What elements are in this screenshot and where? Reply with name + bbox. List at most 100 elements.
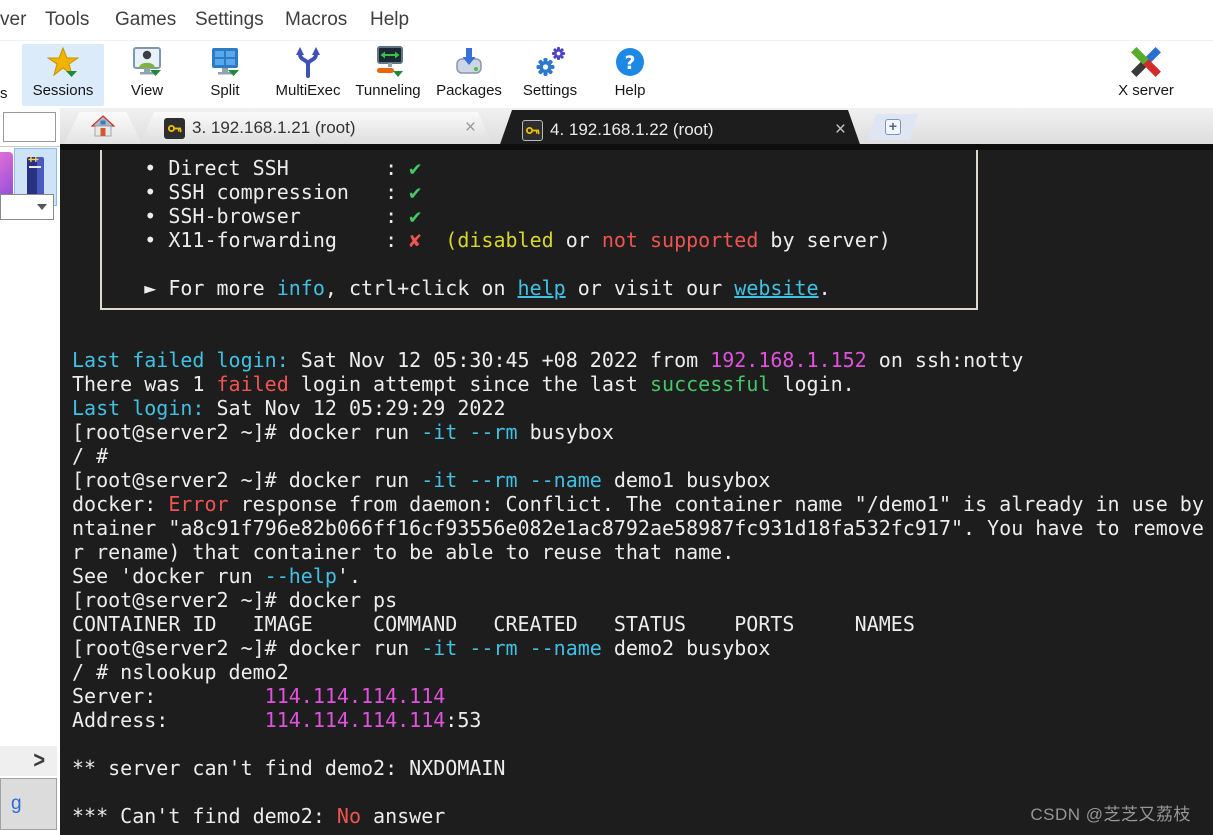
tab-bar: 3. 192.168.1.21 (root) × 4. 192.168.1.22…	[60, 108, 1213, 150]
tab-close-icon[interactable]: ×	[459, 117, 482, 139]
terminal-text: No	[336, 804, 361, 828]
toolbar-partial-label: s	[0, 85, 8, 102]
terminal-text: -it	[421, 468, 458, 492]
terminal-text: '.	[336, 564, 361, 588]
terminal-text: --name	[529, 468, 602, 492]
terminal-text: r rename) that container to be able to r…	[72, 540, 735, 564]
terminal-text: • SSH compression :	[72, 180, 410, 204]
settings-gears-icon	[533, 44, 567, 80]
terminal-line: See 'docker run --help'.	[72, 564, 1204, 588]
terminal-line: • Direct SSH : ✔	[72, 156, 1204, 180]
view-button[interactable]: View	[118, 44, 176, 106]
tab-close-icon[interactable]: ×	[829, 119, 852, 141]
terminal-line: There was 1 failed login attempt since t…	[72, 372, 1204, 396]
terminal-text: ✘	[409, 228, 422, 252]
plus-icon: +	[885, 119, 901, 135]
terminal-line: / #	[72, 444, 1204, 468]
terminal-text: , ctrl+click on	[324, 276, 518, 300]
tab-label: 4. 192.168.1.22 (root)	[550, 120, 714, 139]
terminal-line: ** server can't find demo2: NXDOMAIN	[72, 756, 1204, 780]
split-label: Split	[210, 82, 240, 99]
terminal-text: --rm	[469, 636, 518, 660]
multiexec-button[interactable]: MultiExec	[270, 44, 346, 106]
menu-item-games[interactable]: Games	[115, 9, 176, 31]
menu-item-help[interactable]: Help	[370, 9, 409, 31]
menu-item-settings[interactable]: Settings	[195, 9, 264, 31]
tunneling-label: Tunneling	[355, 82, 421, 99]
terminal-text: -it	[421, 420, 458, 444]
sidebar-dropdown[interactable]	[0, 194, 54, 220]
terminal-panel[interactable]: • Direct SSH : ✔ • SSH compression : ✔ •…	[60, 150, 1213, 835]
terminal-text: ► For more	[72, 276, 277, 300]
terminal-text: ✔	[409, 156, 422, 180]
terminal-text: Server:	[72, 684, 265, 708]
terminal-link[interactable]: help	[518, 276, 566, 300]
new-tab-button[interactable]: +	[868, 114, 918, 140]
terminal-text: not supported	[601, 228, 759, 252]
key-icon	[522, 120, 543, 141]
terminal-text: answer	[361, 804, 446, 828]
tunneling-button[interactable]: Tunneling	[352, 44, 424, 106]
multiexec-fork-icon	[292, 44, 324, 80]
watermark: CSDN @芝芝又荔枝	[1030, 805, 1191, 824]
sidebar-search-input[interactable]	[3, 112, 56, 142]
help-question-icon: ?	[614, 44, 646, 80]
sessions-button[interactable]: Sessions	[22, 44, 104, 106]
terminal-text: --rm	[469, 420, 518, 444]
terminal-text: 114.114.114.114	[264, 684, 446, 708]
settings-label: Settings	[522, 82, 578, 99]
terminal-text: (disabled	[445, 228, 554, 252]
toolbar: s Sessions View Split MultiExec Tunnelin…	[0, 40, 1213, 108]
packages-label: Packages	[436, 82, 502, 99]
menu-item-macros[interactable]: Macros	[285, 9, 347, 31]
terminal-text: ✔	[409, 180, 422, 204]
sidebar-expand-button[interactable]: >	[0, 746, 57, 776]
terminal-text: --help	[264, 564, 337, 588]
tab-home[interactable]	[64, 112, 142, 144]
terminal-text: • SSH-browser :	[72, 204, 410, 228]
help-label: Help	[614, 82, 646, 99]
terminal-text: login.	[770, 372, 855, 396]
sidebar-bottom-button[interactable]: g	[0, 778, 57, 830]
terminal-text: .	[818, 276, 831, 300]
multiexec-label: MultiExec	[275, 82, 341, 99]
terminal-text: 114.114.114.114	[264, 708, 446, 732]
chevron-right-icon: >	[33, 747, 45, 774]
terminal-line: [root@server2 ~]# docker run -it --rm bu…	[72, 420, 1204, 444]
terminal-link[interactable]: website	[734, 276, 818, 300]
sidebar-bottom-button-label: g	[11, 793, 22, 814]
terminal-text: docker:	[72, 492, 169, 516]
view-label: View	[130, 82, 164, 99]
packages-button[interactable]: Packages	[436, 44, 502, 106]
help-button[interactable]: ? Help	[606, 44, 654, 106]
terminal-line: / # nslookup demo2	[72, 660, 1204, 684]
terminal-text: ntainer "a8c91f796e82b066ff16cf93556e082…	[72, 516, 1204, 540]
menu-item-tools[interactable]: Tools	[45, 9, 89, 31]
terminal-text: :53	[445, 708, 482, 732]
terminal-text: Error	[168, 492, 229, 516]
tab-session-3[interactable]: 3. 192.168.1.21 (root) ×	[140, 112, 492, 144]
split-button[interactable]: Split	[198, 44, 252, 106]
terminal-line: Last login: Sat Nov 12 05:29:29 2022	[72, 396, 1204, 420]
terminal-text: Last failed login:	[72, 348, 289, 372]
terminal-text: Address:	[72, 708, 265, 732]
terminal-text: demo2 busybox	[601, 636, 771, 660]
terminal-text: 192.168.1.152	[710, 348, 867, 372]
xserver-button[interactable]: X server	[1110, 44, 1182, 106]
terminal-text: [root@server2 ~]# docker run	[72, 636, 422, 660]
terminal-line: • SSH compression : ✔	[72, 180, 1204, 204]
terminal-text: -it	[421, 636, 458, 660]
terminal-text: ** server can't find demo2: NXDOMAIN	[72, 756, 506, 780]
menu-item-xserver-partial[interactable]: ver	[0, 9, 26, 31]
terminal-text: demo1 busybox	[601, 468, 771, 492]
settings-button[interactable]: Settings	[518, 44, 582, 106]
terminal-line: ► For more info, ctrl+click on help or v…	[72, 276, 1204, 300]
terminal-text: [root@server2 ~]# docker run	[72, 468, 422, 492]
tab-label: 3. 192.168.1.21 (root)	[192, 118, 356, 137]
terminal-text: [root@server2 ~]# docker run	[72, 420, 422, 444]
terminal-text: Last login:	[72, 396, 205, 420]
sessions-star-icon	[47, 44, 79, 80]
